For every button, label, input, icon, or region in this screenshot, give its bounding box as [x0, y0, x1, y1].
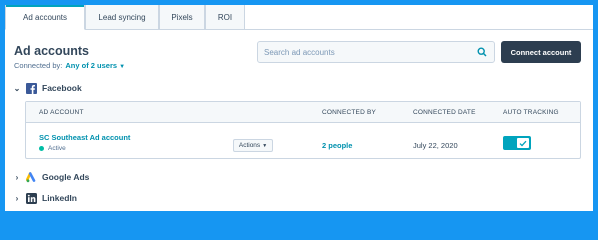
- section-linkedin[interactable]: › LinkedIn: [12, 191, 77, 205]
- search-icon[interactable]: [476, 46, 488, 58]
- linkedin-icon: [26, 192, 37, 204]
- tab-roi[interactable]: ROI: [205, 5, 245, 30]
- tab-label: Lead syncing: [98, 12, 146, 22]
- tab-lead-syncing[interactable]: Lead syncing: [85, 5, 159, 30]
- header-auto-tracking: AUTO TRACKING: [503, 109, 559, 116]
- caret-down-icon: ▼: [262, 142, 268, 149]
- header-connected-by: CONNECTED BY: [322, 109, 377, 116]
- connected-by-label: Connected by:: [14, 61, 63, 70]
- header-ad-account: AD ACCOUNT: [39, 109, 84, 116]
- actions-dropdown[interactable]: Actions ▼: [233, 139, 273, 152]
- chevron-right-icon: ›: [15, 172, 19, 182]
- tab-ad-accounts[interactable]: Ad accounts: [5, 5, 85, 30]
- search-placeholder: Search ad accounts: [264, 47, 335, 57]
- section-facebook[interactable]: ⌄ Facebook: [12, 81, 82, 95]
- status-text: Active: [48, 145, 66, 152]
- chevron-right-icon: ›: [15, 193, 19, 203]
- tab-label: ROI: [217, 12, 233, 22]
- connect-account-button[interactable]: Connect account: [501, 41, 581, 63]
- check-icon: [519, 140, 527, 147]
- app-frame: Ad accounts Lead syncing Pixels ROI Ad a…: [5, 5, 593, 211]
- connected-by-filter: Connected by: Any of 2 users ▼: [14, 61, 125, 70]
- caret-down-icon: ▼: [119, 64, 126, 70]
- page-title: Ad accounts: [14, 44, 90, 58]
- section-label: Facebook: [42, 83, 82, 93]
- toggle-knob: [517, 138, 529, 148]
- table-header: AD ACCOUNT CONNECTED BY CONNECTED DATE A…: [26, 102, 580, 123]
- actions-label: Actions: [238, 142, 261, 149]
- header-connected-date: CONNECTED DATE: [413, 109, 476, 116]
- connected-date: July 22, 2020: [413, 141, 458, 150]
- tab-label: Ad accounts: [22, 12, 68, 22]
- tab-pixels[interactable]: Pixels: [159, 5, 205, 30]
- tab-bar: Ad accounts Lead syncing Pixels ROI: [5, 5, 593, 30]
- ad-accounts-table: AD ACCOUNT CONNECTED BY CONNECTED DATE A…: [25, 101, 581, 159]
- status-dot-icon: [39, 146, 44, 151]
- connected-by-link[interactable]: 2 people: [322, 141, 352, 150]
- section-google-ads[interactable]: › Google Ads: [12, 170, 89, 184]
- section-label: LinkedIn: [42, 193, 77, 203]
- status-badge: Active: [39, 145, 66, 152]
- auto-tracking-toggle[interactable]: [503, 136, 531, 150]
- chevron-down-icon: ⌄: [13, 83, 21, 93]
- account-name-link[interactable]: SC Southeast Ad account: [39, 133, 130, 142]
- tab-label: Pixels: [171, 12, 193, 22]
- search-input[interactable]: Search ad accounts: [257, 41, 495, 63]
- section-label: Google Ads: [42, 172, 90, 182]
- connected-by-dropdown[interactable]: Any of 2 users: [65, 61, 117, 70]
- facebook-icon: [26, 82, 37, 94]
- google-ads-icon: [26, 171, 37, 183]
